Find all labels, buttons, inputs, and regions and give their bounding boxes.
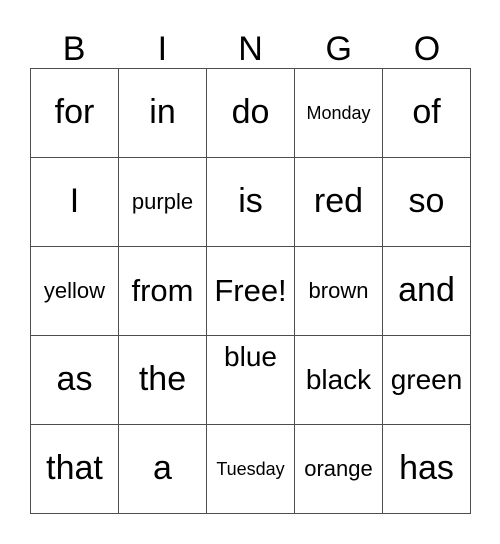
bingo-cell-r5c3[interactable]: Tuesday [207, 425, 295, 514]
bingo-cell-label: green [390, 364, 463, 396]
bingo-cell-label: so [408, 182, 445, 221]
bingo-grid: for in do Monday of I purple is red so y… [30, 68, 471, 514]
bingo-cell-label: Monday [306, 102, 371, 123]
bingo-cell-r5c5[interactable]: has [383, 425, 471, 514]
bingo-header-letter-n: N [238, 30, 263, 68]
bingo-cell-r1c4[interactable]: Monday [295, 69, 383, 158]
bingo-cell-label: a [153, 449, 172, 488]
bingo-card: B I N G O for in do Monday of I purple i… [0, 0, 500, 544]
bingo-header-letter-i: I [157, 30, 168, 68]
bingo-cell-label: Tuesday [216, 458, 285, 479]
bingo-cell-label: from [131, 272, 194, 308]
bingo-cell-r2c4[interactable]: red [295, 158, 383, 247]
bingo-cell-r5c4[interactable]: orange [295, 425, 383, 514]
bingo-cell-r1c2[interactable]: in [119, 69, 207, 158]
bingo-cell-label: do [231, 93, 270, 132]
bingo-cell-r3c1[interactable]: yellow [31, 247, 119, 336]
bingo-cell-r3c4[interactable]: brown [295, 247, 383, 336]
bingo-cell-label: in [149, 93, 176, 132]
bingo-cell-label: yellow [43, 278, 106, 304]
bingo-cell-label: black [305, 364, 372, 396]
bingo-cell-r1c3[interactable]: do [207, 69, 295, 158]
bingo-header-letter-b: B [62, 30, 86, 68]
bingo-cell-r4c3[interactable]: blue [207, 336, 295, 425]
bingo-cell-label: of [412, 93, 441, 132]
bingo-header-letter-o: O [413, 30, 441, 68]
bingo-cell-label: orange [304, 456, 373, 482]
bingo-cell-r2c2[interactable]: purple [119, 158, 207, 247]
bingo-header-row: B I N G O [30, 14, 471, 68]
bingo-cell-label: I [69, 182, 80, 221]
bingo-cell-label: the [138, 360, 187, 399]
bingo-cell-label: for [54, 93, 95, 132]
bingo-cell-label: blue [224, 341, 277, 372]
bingo-cell-r4c2[interactable]: the [119, 336, 207, 425]
bingo-cell-r5c1[interactable]: that [31, 425, 119, 514]
bingo-cell-label: is [238, 182, 263, 221]
bingo-cell-r4c4[interactable]: black [295, 336, 383, 425]
bingo-cell-label: has [399, 449, 454, 488]
bingo-cell-label: brown [308, 278, 369, 304]
bingo-cell-r4c5[interactable]: green [383, 336, 471, 425]
bingo-cell-r2c3[interactable]: is [207, 158, 295, 247]
bingo-cell-r2c1[interactable]: I [31, 158, 119, 247]
bingo-cell-r1c1[interactable]: for [31, 69, 119, 158]
bingo-cell-r3c5[interactable]: and [383, 247, 471, 336]
bingo-header-letter-g: G [325, 30, 352, 68]
bingo-cell-r5c2[interactable]: a [119, 425, 207, 514]
bingo-free-space-label: Free! [214, 272, 287, 308]
bingo-cell-r2c5[interactable]: so [383, 158, 471, 247]
bingo-cell-label: red [313, 182, 364, 221]
bingo-cell-free-space[interactable]: Free! [207, 247, 295, 336]
bingo-cell-r1c5[interactable]: of [383, 69, 471, 158]
bingo-cell-label: as [56, 360, 93, 399]
bingo-cell-label: and [398, 271, 455, 310]
bingo-cell-r3c2[interactable]: from [119, 247, 207, 336]
bingo-cell-label: that [46, 449, 103, 488]
bingo-cell-label: purple [131, 189, 194, 215]
bingo-cell-r4c1[interactable]: as [31, 336, 119, 425]
